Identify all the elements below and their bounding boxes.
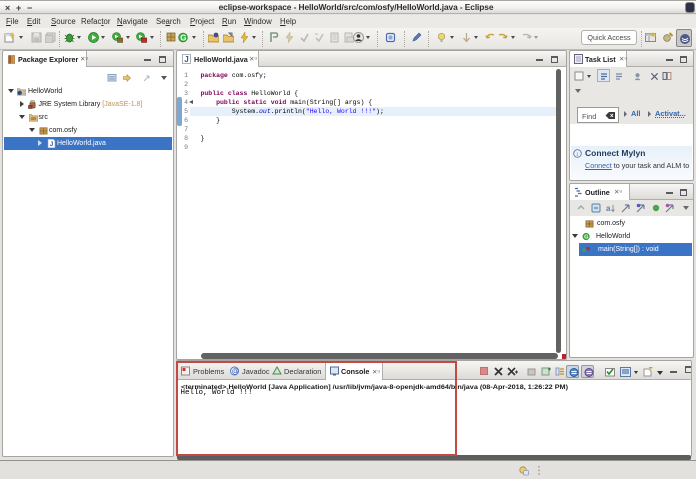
svg-text:a: a: [606, 204, 611, 213]
svg-text:G: G: [180, 33, 186, 42]
svg-text:G: G: [584, 235, 589, 241]
svg-text:J: J: [184, 55, 188, 64]
svg-text:J: J: [50, 141, 54, 148]
